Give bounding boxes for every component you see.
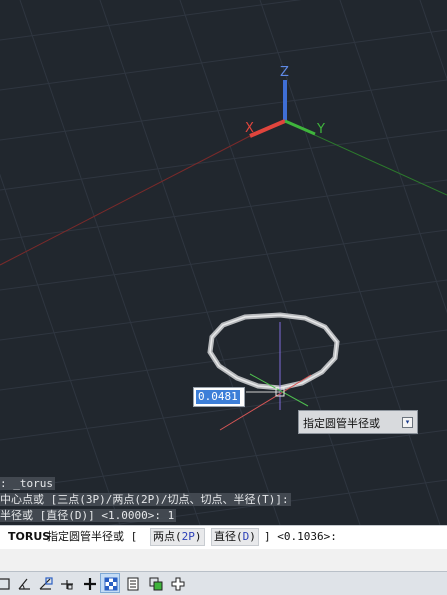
- dynamic-ucs-icon[interactable]: [167, 573, 187, 593]
- quickprops-icon[interactable]: [122, 573, 142, 593]
- command-history-line: 中心点或 [三点(3P)/两点(2P)/切点、切点、半径(T)]:: [0, 493, 330, 507]
- ucs-icon: Z X Y: [245, 65, 325, 138]
- command-line[interactable]: TORUS 指定圆管半径或 [ 两点(2P) 直径(D) ] <0.1036>:: [0, 525, 447, 549]
- grid: [0, 0, 447, 525]
- x-axis-label: X: [245, 121, 254, 136]
- option-two-points[interactable]: 两点(2P): [150, 526, 205, 548]
- command-history-line: : _torus: [0, 477, 330, 491]
- option-close: ): [194, 530, 202, 543]
- tooltip-text: 指定圆管半径或: [303, 417, 380, 430]
- history-text: : _torus: [0, 477, 55, 490]
- polar-icon[interactable]: [14, 573, 34, 593]
- option-diameter[interactable]: 直径(D): [211, 526, 259, 548]
- transparency-icon[interactable]: [100, 573, 120, 593]
- history-text: 半径或 [直径(D)] <1.0000>: 1: [0, 509, 177, 522]
- command-default-value: ] <0.1036>:: [264, 530, 337, 543]
- prompt-tooltip: 指定圆管半径或 ▾: [298, 410, 418, 434]
- drawing-viewport[interactable]: Z X Y 0.0481 指定圆管半径或 ▾: [0, 0, 447, 525]
- z-axis-label: Z: [280, 65, 289, 80]
- viewport-canvas[interactable]: Z X Y: [0, 0, 447, 525]
- option-label: 两点(: [153, 530, 182, 543]
- status-bar: [0, 571, 447, 595]
- lineweight-icon[interactable]: [79, 573, 99, 593]
- command-name: TORUS: [8, 530, 51, 543]
- command-prompt: 指定圆管半径或 [: [47, 530, 138, 543]
- command-area-background: [0, 549, 447, 571]
- option-close: ): [249, 530, 256, 543]
- option-label: 直径(: [214, 530, 243, 543]
- dynamic-input-value[interactable]: 0.0481: [196, 390, 240, 404]
- option-key: 2P: [181, 530, 195, 543]
- command-history-line: 半径或 [直径(D)] <1.0000>: 1: [0, 509, 330, 523]
- selection-cycling-icon[interactable]: [145, 573, 165, 593]
- tooltip-options-arrow-icon[interactable]: ▾: [402, 417, 413, 428]
- y-axis-label: Y: [316, 122, 325, 137]
- osnap-icon[interactable]: [35, 573, 55, 593]
- x-axis-line: [0, 135, 251, 266]
- history-text: 中心点或 [三点(3P)/两点(2P)/切点、切点、半径(T)]:: [0, 493, 291, 506]
- dynamic-input-field[interactable]: 0.0481: [193, 387, 245, 407]
- otrack-icon[interactable]: [56, 573, 76, 593]
- ortho-icon[interactable]: [0, 573, 14, 593]
